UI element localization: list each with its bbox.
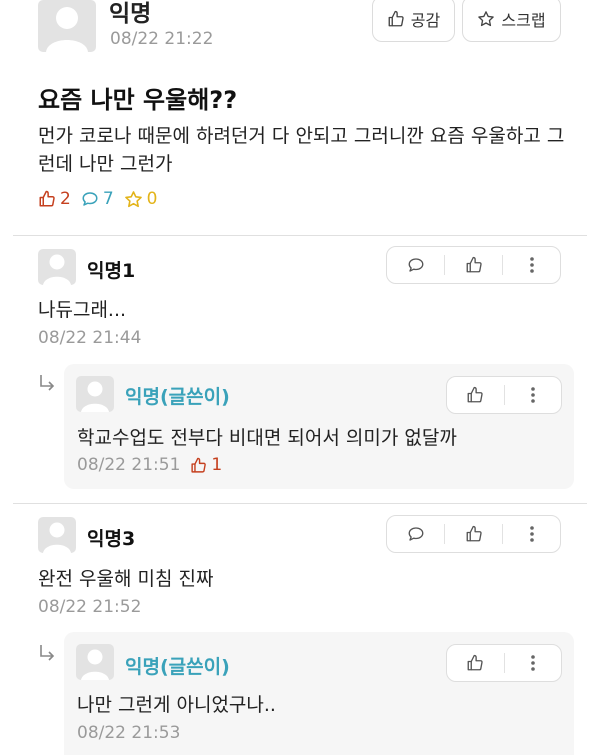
like-button-label: 공감	[410, 11, 441, 30]
comment-avatar	[38, 517, 76, 553]
comment-like-button[interactable]	[445, 516, 502, 552]
reply-time: 08/22 21:53	[77, 723, 181, 743]
reply-box: 익명(글쓴이) 학교수업도 전부다 비대면 되어서 의미가 없달까 08/22 …	[64, 364, 574, 489]
more-button[interactable]	[503, 516, 560, 552]
speech-bubble-icon	[408, 527, 423, 541]
like-count-value: 2	[60, 189, 71, 209]
thumbs-up-icon	[466, 256, 482, 273]
thumbs-up-icon	[39, 190, 55, 207]
thumbs-up-icon	[467, 386, 483, 403]
reply-author: 익명(글쓴이)	[125, 386, 230, 408]
scrap-count-value: 0	[146, 189, 158, 209]
reply-more-button[interactable]	[505, 377, 562, 413]
reply-like-count: 1	[190, 455, 222, 475]
reply-like-button[interactable]	[447, 645, 504, 681]
comment-avatar	[38, 249, 76, 285]
post-stats: 2 7 0	[38, 189, 167, 209]
thumbs-up-icon	[467, 654, 483, 671]
more-vertical-icon	[529, 257, 534, 273]
like-count: 2	[38, 189, 71, 209]
post-time: 08/22 21:22	[110, 29, 214, 49]
reply-meta: 08/22 21:51 1	[77, 455, 222, 475]
default-user-icon	[46, 7, 88, 52]
reply-avatar	[76, 376, 114, 412]
post-title: 요즘 나만 우울해??	[38, 86, 238, 114]
thumbs-up-icon	[191, 457, 207, 473]
reply-arrow-icon	[40, 375, 55, 391]
scrap-count: 0	[124, 189, 158, 209]
reply-actions	[446, 644, 562, 682]
comment-author: 익명1	[87, 260, 136, 282]
comment-count: 7	[81, 189, 114, 209]
reply-avatar	[76, 644, 114, 680]
more-button[interactable]	[503, 247, 560, 283]
comment-like-button[interactable]	[445, 247, 502, 283]
speech-bubble-icon	[408, 258, 423, 272]
default-user-icon	[81, 381, 109, 412]
star-icon	[124, 190, 142, 207]
scrap-button-label: 스크랩	[501, 11, 546, 30]
comment-text: 완전 우울해 미침 진짜	[38, 568, 214, 590]
reply-like-button[interactable]	[447, 377, 504, 413]
more-vertical-icon	[530, 387, 535, 403]
post-author: 익명	[109, 1, 152, 27]
thumbs-up-icon	[466, 525, 482, 542]
reply-text: 나만 그런게 아니었구나..	[77, 694, 276, 716]
scrap-button[interactable]: 스크랩	[462, 0, 561, 42]
more-vertical-icon	[529, 526, 534, 542]
reply-text: 학교수업도 전부다 비대면 되어서 의미가 없달까	[77, 427, 457, 449]
comment-count-value: 7	[102, 189, 114, 209]
post-divider	[13, 235, 587, 236]
comment-author: 익명3	[87, 528, 136, 550]
reply-actions	[446, 376, 562, 414]
comment-time: 08/22 21:44	[38, 328, 142, 348]
reply-more-button[interactable]	[505, 645, 562, 681]
default-user-icon	[43, 254, 71, 285]
comment-text: 나듀그래...	[38, 299, 127, 321]
post-body: 먼가 코로나 때문에 하려던거 다 안되고 그러니깐 요즘 우울하고 그런데 나…	[38, 125, 565, 175]
more-vertical-icon	[530, 655, 535, 671]
like-button[interactable]: 공감	[372, 0, 455, 42]
thumbs-up-icon	[388, 10, 404, 27]
reply-like-count-value: 1	[211, 455, 223, 475]
post-avatar	[38, 0, 96, 52]
reply-button[interactable]	[387, 247, 444, 283]
reply-author: 익명(글쓴이)	[125, 656, 230, 678]
star-icon	[478, 11, 495, 27]
comment-divider	[13, 503, 587, 504]
comment-actions	[386, 515, 561, 553]
reply-arrow-icon	[40, 645, 55, 661]
default-user-icon	[81, 649, 109, 680]
comment-actions	[386, 246, 561, 284]
comment-time: 08/22 21:52	[38, 597, 142, 617]
default-user-icon	[43, 522, 71, 553]
reply-box: 익명(글쓴이) 나만 그런게 아니었구나.. 08/22 21:53	[64, 632, 574, 755]
reply-time: 08/22 21:51	[77, 455, 181, 475]
speech-bubble-icon	[82, 192, 98, 206]
reply-button[interactable]	[387, 516, 444, 552]
